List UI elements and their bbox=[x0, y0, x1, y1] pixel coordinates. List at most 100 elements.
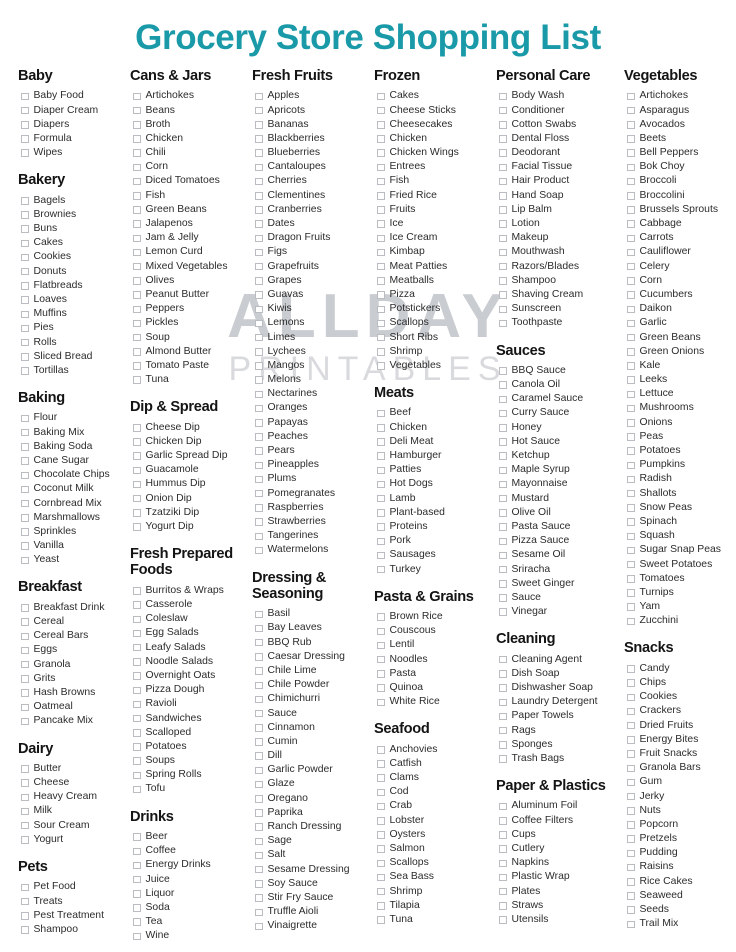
checkbox-icon[interactable] bbox=[133, 875, 141, 884]
checklist-item[interactable]: BBQ Rub bbox=[252, 636, 374, 650]
checklist-item[interactable]: Jalapenos bbox=[130, 217, 252, 231]
checkbox-icon[interactable] bbox=[21, 632, 29, 641]
checkbox-icon[interactable] bbox=[255, 106, 263, 115]
checklist-item[interactable]: Scallops bbox=[374, 316, 496, 330]
checkbox-icon[interactable] bbox=[255, 291, 263, 299]
checkbox-icon[interactable] bbox=[133, 376, 141, 384]
checklist-item[interactable]: Liquor bbox=[130, 887, 252, 901]
checklist-item[interactable]: Jerky bbox=[624, 790, 734, 804]
checkbox-icon[interactable] bbox=[21, 197, 29, 205]
checklist-item[interactable]: Sunscreen bbox=[496, 302, 624, 316]
checkbox-icon[interactable] bbox=[499, 381, 507, 389]
checkbox-icon[interactable] bbox=[255, 177, 263, 186]
checklist-item[interactable]: Yogurt bbox=[18, 833, 130, 847]
checklist-item[interactable]: Artichokes bbox=[624, 89, 734, 103]
checkbox-icon[interactable] bbox=[377, 234, 385, 243]
checklist-item[interactable]: Cabbage bbox=[624, 217, 734, 231]
checkbox-icon[interactable] bbox=[21, 897, 29, 906]
checklist-item[interactable]: Mixed Vegetables bbox=[130, 260, 252, 274]
checkbox-icon[interactable] bbox=[133, 452, 141, 460]
checkbox-icon[interactable] bbox=[377, 305, 385, 314]
checklist-item[interactable]: Chicken bbox=[374, 132, 496, 146]
checklist-item[interactable]: Artichokes bbox=[130, 89, 252, 103]
checklist-item[interactable]: Brown Rice bbox=[374, 610, 496, 624]
checkbox-icon[interactable] bbox=[627, 878, 635, 886]
checkbox-icon[interactable] bbox=[499, 305, 507, 314]
checkbox-icon[interactable] bbox=[627, 404, 635, 413]
checkbox-icon[interactable] bbox=[255, 262, 263, 271]
checkbox-icon[interactable] bbox=[499, 608, 507, 616]
checklist-item[interactable]: Cornbread Mix bbox=[18, 497, 130, 511]
checkbox-icon[interactable] bbox=[21, 556, 29, 565]
checkbox-icon[interactable] bbox=[377, 438, 385, 446]
checklist-item[interactable]: Cucumbers bbox=[624, 288, 734, 302]
checklist-item[interactable]: Dish Soap bbox=[496, 667, 624, 681]
checkbox-icon[interactable] bbox=[627, 262, 635, 271]
checkbox-icon[interactable] bbox=[627, 248, 635, 257]
checkbox-icon[interactable] bbox=[499, 234, 507, 243]
checklist-item[interactable]: Granola Bars bbox=[624, 761, 734, 775]
checklist-item[interactable]: Butter bbox=[18, 762, 130, 776]
checklist-item[interactable]: Sesame Dressing bbox=[252, 863, 374, 877]
checklist-item[interactable]: Ice bbox=[374, 217, 496, 231]
checklist-item[interactable]: Kale bbox=[624, 359, 734, 373]
checklist-item[interactable]: Chile Powder bbox=[252, 678, 374, 692]
checklist-item[interactable]: Lentil bbox=[374, 638, 496, 652]
checkbox-icon[interactable] bbox=[255, 234, 263, 243]
checkbox-icon[interactable] bbox=[133, 904, 141, 912]
checklist-item[interactable]: Tuna bbox=[130, 373, 252, 387]
checklist-item[interactable]: Pet Food bbox=[18, 880, 130, 894]
checkbox-icon[interactable] bbox=[377, 466, 385, 475]
checkbox-icon[interactable] bbox=[499, 684, 507, 692]
checklist-item[interactable]: Fruit Snacks bbox=[624, 747, 734, 761]
checklist-item[interactable]: Formula bbox=[18, 132, 130, 146]
checklist-item[interactable]: Pancake Mix bbox=[18, 714, 130, 728]
checklist-item[interactable]: Oatmeal bbox=[18, 700, 130, 714]
checkbox-icon[interactable] bbox=[627, 821, 635, 829]
checkbox-icon[interactable] bbox=[377, 494, 385, 503]
checkbox-icon[interactable] bbox=[255, 149, 263, 157]
checklist-item[interactable]: Pineapples bbox=[252, 458, 374, 472]
checklist-item[interactable]: Grits bbox=[18, 672, 130, 686]
checkbox-icon[interactable] bbox=[255, 780, 263, 789]
checkbox-icon[interactable] bbox=[499, 206, 507, 214]
checkbox-icon[interactable] bbox=[499, 831, 507, 839]
checklist-item[interactable]: Spinach bbox=[624, 515, 734, 529]
checkbox-icon[interactable] bbox=[133, 305, 141, 314]
checklist-item[interactable]: Turnips bbox=[624, 586, 734, 600]
checklist-item[interactable]: Guacamole bbox=[130, 463, 252, 477]
checklist-item[interactable]: Hot Sauce bbox=[496, 435, 624, 449]
checklist-item[interactable]: Lemon Curd bbox=[130, 245, 252, 259]
checklist-item[interactable]: Paper Towels bbox=[496, 709, 624, 723]
checkbox-icon[interactable] bbox=[627, 603, 635, 611]
checklist-item[interactable]: Pizza bbox=[374, 288, 496, 302]
checklist-item[interactable]: Soup bbox=[130, 331, 252, 345]
checkbox-icon[interactable] bbox=[255, 624, 263, 633]
checklist-item[interactable]: Coleslaw bbox=[130, 612, 252, 626]
checklist-item[interactable]: Catfish bbox=[374, 757, 496, 771]
checklist-item[interactable]: Meatballs bbox=[374, 274, 496, 288]
checkbox-icon[interactable] bbox=[21, 717, 29, 726]
checklist-item[interactable]: Daikon bbox=[624, 302, 734, 316]
checkbox-icon[interactable] bbox=[627, 764, 635, 773]
checkbox-icon[interactable] bbox=[377, 655, 385, 664]
checklist-item[interactable]: Casserole bbox=[130, 598, 252, 612]
checkbox-icon[interactable] bbox=[627, 835, 635, 843]
checklist-item[interactable]: Proteins bbox=[374, 520, 496, 534]
checkbox-icon[interactable] bbox=[21, 542, 29, 550]
checkbox-icon[interactable] bbox=[21, 106, 29, 115]
checklist-item[interactable]: Oysters bbox=[374, 828, 496, 842]
checkbox-icon[interactable] bbox=[377, 627, 385, 636]
checkbox-icon[interactable] bbox=[255, 277, 263, 285]
checklist-item[interactable]: Cheese Sticks bbox=[374, 104, 496, 118]
checkbox-icon[interactable] bbox=[627, 721, 635, 730]
checkbox-icon[interactable] bbox=[133, 932, 141, 941]
checklist-item[interactable]: Cookies bbox=[18, 250, 130, 264]
checklist-item[interactable]: Snow Peas bbox=[624, 501, 734, 515]
checklist-item[interactable]: Sprinkles bbox=[18, 525, 130, 539]
checkbox-icon[interactable] bbox=[377, 362, 385, 370]
checklist-item[interactable]: Cheese Dip bbox=[130, 421, 252, 435]
checkbox-icon[interactable] bbox=[255, 390, 263, 399]
checkbox-icon[interactable] bbox=[627, 376, 635, 384]
checklist-item[interactable]: Raisins bbox=[624, 860, 734, 874]
